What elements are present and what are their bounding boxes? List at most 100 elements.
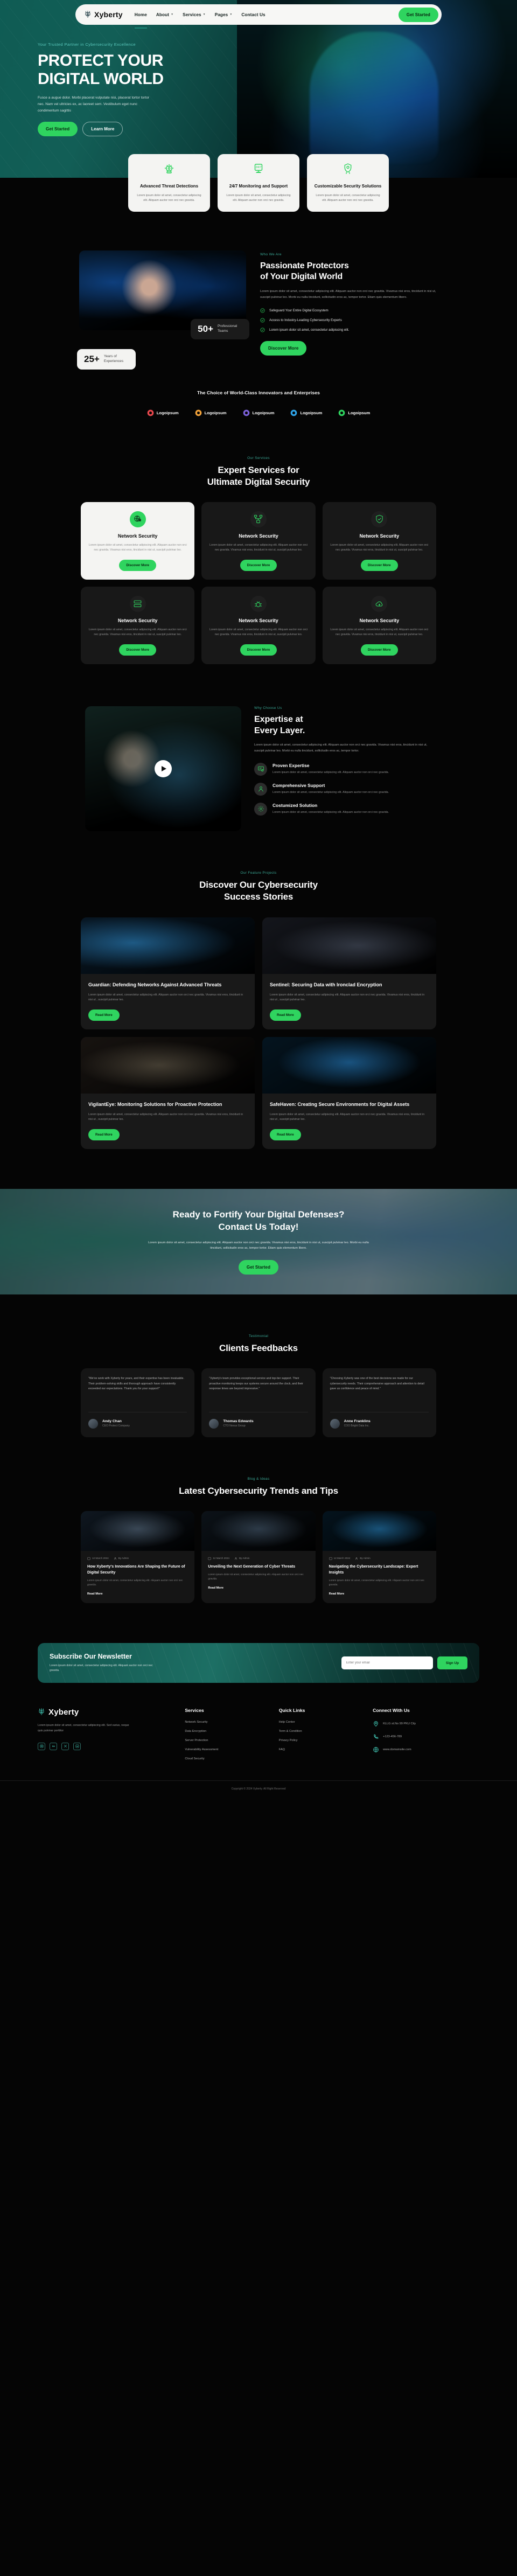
footer-link[interactable]: Term & Condition — [279, 1730, 359, 1733]
feature-card-title: 24/7 Monitoring and Support — [229, 184, 288, 189]
check-circle-icon — [260, 318, 265, 323]
footer-link[interactable]: Server Protection — [185, 1739, 264, 1742]
blog-card[interactable]: 12 March 2024 By Admin Unveiling the Nex… — [201, 1510, 316, 1604]
service-discover-button[interactable]: Discover More — [360, 560, 398, 572]
blog-read-more-link[interactable]: Read More — [87, 1592, 188, 1596]
blog-card[interactable]: 12 March 2024 By Admin Navigating the Cy… — [322, 1510, 436, 1604]
cta-get-started-button[interactable]: Get Started — [238, 1259, 279, 1275]
project-card[interactable]: SafeHaven: Creating Secure Environments … — [262, 1036, 436, 1149]
calendar-icon — [208, 1557, 211, 1560]
footer-link[interactable]: Network Security — [185, 1721, 264, 1724]
footer-contact-phone[interactable]: +123-456-789 — [373, 1733, 479, 1740]
circuit-shield-icon — [85, 11, 90, 18]
blog-date: 12 March 2024 — [329, 1557, 350, 1560]
video-play-button[interactable] — [155, 760, 172, 778]
behance-icon[interactable]: Bē — [50, 1742, 57, 1750]
client-logo-name: Logoipsum — [252, 410, 275, 415]
project-card[interactable]: Guardian: Defending Networks Against Adv… — [81, 917, 255, 1029]
projects-eyebrow: Our Feature Projects — [240, 871, 277, 875]
service-card[interactable]: Network Security Lorem ipsum dolor sit a… — [81, 587, 195, 665]
brand-logo[interactable]: Xyberty — [84, 10, 123, 19]
service-discover-button[interactable]: Discover More — [240, 560, 277, 572]
service-card-title: Network Security — [117, 618, 158, 624]
newsletter-email-input[interactable] — [341, 1656, 433, 1670]
footer-link[interactable]: Vulnerability Assessment — [185, 1748, 264, 1751]
blog-card[interactable]: 12 March 2024 By Admin How Xyberty's Inn… — [81, 1510, 195, 1604]
footer-copyright: Copyright © 2024 Xyberty. All Right Rese… — [0, 1780, 517, 1791]
about-paragraph: Lorem ipsum dolor sit amet, consectetur … — [260, 289, 436, 299]
nav-links: Home About ▼ Services ▼ Pages ▼ Contact … — [134, 6, 399, 29]
hero-section: Xyberty Home About ▼ Services ▼ Pages ▼ — [0, 0, 517, 178]
cta-title-line1: Ready to Fortify Your Digital Defenses? — [172, 1209, 345, 1220]
why-item-title: Costumized Solution — [273, 802, 318, 808]
project-body: VigilantEye: Monitoring Solutions for Pr… — [81, 1094, 255, 1149]
why-video-thumbnail[interactable] — [85, 706, 241, 832]
project-read-more-button[interactable]: Read More — [88, 1009, 120, 1021]
x-twitter-icon[interactable] — [61, 1742, 69, 1750]
footer-logo[interactable]: Xyberty — [38, 1708, 171, 1717]
project-read-more-button[interactable]: Read More — [88, 1129, 120, 1140]
footer-link[interactable]: Data Encryption — [185, 1730, 264, 1733]
hero-learn-more-button[interactable]: Learn More — [82, 122, 123, 137]
user-icon — [114, 1557, 116, 1560]
footer-contact-phone-text: +123-456-789 — [383, 1735, 402, 1738]
instagram-icon[interactable] — [38, 1742, 45, 1750]
footer-link[interactable]: FAQ — [279, 1748, 359, 1751]
about-discover-more-button[interactable]: Discover More — [260, 340, 307, 356]
service-discover-button[interactable]: Discover More — [119, 560, 156, 572]
logoipsum-mark-icon — [195, 409, 201, 416]
play-icon — [162, 766, 166, 772]
feature-card[interactable]: 24/7 24/7 Monitoring and Support Lorem i… — [218, 154, 299, 212]
project-card[interactable]: Sentinel: Securing Data with Ironclad En… — [262, 917, 436, 1029]
blog-author: By Admin — [114, 1557, 129, 1560]
linkedin-icon[interactable] — [73, 1742, 81, 1750]
nav-link-contact[interactable]: Contact Us — [241, 6, 265, 24]
logos-title: The Choice of World-Class Innovators and… — [197, 389, 320, 395]
logoipsum-mark-icon — [291, 409, 297, 416]
project-read-more-button[interactable]: Read More — [270, 1129, 301, 1140]
client-logo: Logoipsum — [338, 409, 370, 416]
footer-link[interactable]: Privacy Policy — [279, 1739, 359, 1742]
why-item-icon-wrap — [254, 762, 267, 776]
footer-link[interactable]: Cloud Security — [185, 1757, 264, 1760]
blog-card-desc: Lorem ipsum dolor sit amet, consectetur … — [329, 1579, 424, 1586]
service-card[interactable]: Network Security Lorem ipsum dolor sit a… — [322, 587, 436, 665]
testimonials-eyebrow: Testimonial — [248, 1334, 269, 1338]
service-discover-button[interactable]: Discover More — [360, 644, 398, 656]
shield-check-icon — [376, 515, 383, 524]
feature-card[interactable]: Advanced Threat Detections Lorem ipsum d… — [128, 154, 210, 212]
feature-card-title: Customizable Security Solutions — [314, 184, 382, 189]
footer-contact-address[interactable]: KLLG st.No 99 PKU City — [373, 1721, 479, 1727]
service-card[interactable]: Network Security Lorem ipsum dolor sit a… — [322, 502, 436, 580]
service-card[interactable]: Network Security Lorem ipsum dolor sit a… — [81, 502, 195, 580]
newsletter-title: Subscribe Our Newsletter — [50, 1653, 132, 1661]
logoipsum-mark-icon — [243, 409, 249, 416]
check-circle-icon — [260, 328, 265, 332]
feature-card[interactable]: Customizable Security Solutions Lorem ip… — [307, 154, 389, 212]
blog-read-more-link[interactable]: Read More — [329, 1592, 430, 1596]
nav-link-about[interactable]: About ▼ — [156, 6, 173, 24]
project-read-more-button[interactable]: Read More — [270, 1009, 301, 1021]
footer-link[interactable]: Help Center — [279, 1721, 359, 1724]
hero-get-started-button[interactable]: Get Started — [38, 122, 78, 137]
blog-read-more-link[interactable]: Read More — [208, 1586, 309, 1590]
service-discover-button[interactable]: Discover More — [119, 644, 156, 656]
cta-paragraph: Lorem ipsum dolor sit amet, consectetur … — [148, 1241, 369, 1250]
nav-get-started-button[interactable]: Get Started — [398, 7, 438, 22]
service-card[interactable]: Network Security Lorem ipsum dolor sit a… — [201, 587, 316, 665]
footer-quicklinks-column: Quick Links Help Center Term & Condition… — [279, 1708, 359, 1766]
footer-socials: Bē — [38, 1742, 171, 1750]
customizable-security-icon — [344, 163, 352, 174]
project-card[interactable]: VigilantEye: Monitoring Solutions for Pr… — [81, 1036, 255, 1149]
calendar-icon — [87, 1557, 90, 1560]
about-image-specialist — [79, 250, 246, 330]
why-title: Expertise at Every Layer. — [254, 714, 432, 737]
service-card[interactable]: Network Security Lorem ipsum dolor sit a… — [201, 502, 316, 580]
about-title: Passionate Protectors of Your Digital Wo… — [260, 261, 438, 283]
service-discover-button[interactable]: Discover More — [240, 644, 277, 656]
nav-link-home[interactable]: Home — [134, 6, 148, 29]
nav-link-services[interactable]: Services ▼ — [183, 6, 206, 24]
newsletter-signup-button[interactable]: Sign Up — [437, 1656, 467, 1670]
footer-contact-website[interactable]: www.domainsite.com — [373, 1746, 479, 1753]
nav-link-pages[interactable]: Pages ▼ — [215, 6, 233, 24]
